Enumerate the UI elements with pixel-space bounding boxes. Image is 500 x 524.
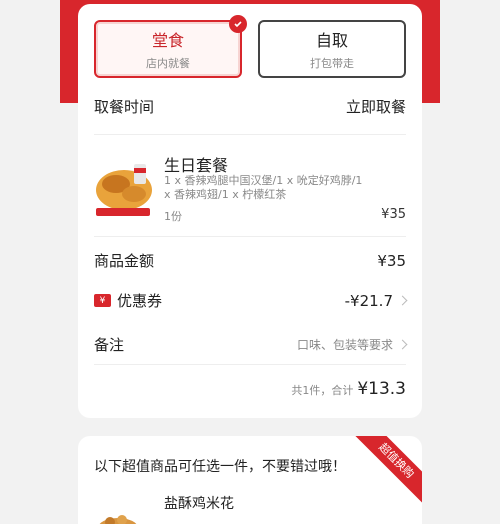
subtotal-row: 商品金额 ¥35 — [94, 250, 406, 271]
dining-mode-selector: 堂食 店内就餐 自取 打包带走 — [94, 15, 406, 78]
coupon-icon: ¥ — [94, 294, 111, 307]
chevron-right-icon — [397, 339, 408, 350]
coupon-row[interactable]: ¥ 优惠券 -¥21.7 — [94, 290, 408, 311]
note-placeholder: 口味、包装等要求 — [296, 338, 393, 352]
dine-in-subtitle: 店内就餐 — [146, 57, 190, 70]
note-row[interactable]: 备注 口味、包装等要求 — [94, 334, 408, 355]
divider — [94, 134, 406, 135]
divider — [94, 236, 406, 237]
coupon-label: 优惠券 — [117, 292, 163, 310]
promo-ribbon: 超值换购 — [352, 436, 422, 505]
upsell-card: 超值换购 以下超值商品可任选一件，不要错过哦！ 盐酥鸡米花 — [78, 436, 422, 524]
chevron-right-icon — [397, 295, 408, 306]
dine-in-title: 堂食 — [151, 31, 184, 50]
dine-in-option[interactable]: 堂食 店内就餐 — [94, 15, 247, 78]
coupon-value: -¥21.7 — [344, 291, 393, 310]
coupon-value-group: -¥21.7 — [344, 291, 408, 310]
item-quantity: 1份 — [164, 210, 182, 223]
divider — [94, 364, 406, 365]
promo-item-name[interactable]: 盐酥鸡米花 — [164, 493, 234, 513]
note-label: 备注 — [94, 336, 125, 354]
order-total: 共1件，合计 ¥13.3 — [291, 379, 406, 399]
takeout-option[interactable]: 自取 打包带走 — [258, 20, 406, 78]
takeout-subtitle: 打包带走 — [310, 57, 354, 70]
order-card: 堂食 店内就餐 自取 打包带走 取餐时间 立即取餐 生日套餐 1 x 香辣鸡腿中… — [78, 4, 422, 418]
pickup-time-row[interactable]: 取餐时间 立即取餐 — [94, 96, 406, 117]
coupon-label-group: ¥ 优惠券 — [94, 290, 162, 311]
item-name: 生日套餐 — [164, 156, 229, 175]
takeout-title: 自取 — [315, 31, 348, 50]
selected-check-icon — [229, 15, 247, 33]
total-value: ¥13.3 — [357, 379, 406, 399]
subtotal-value: ¥35 — [377, 251, 406, 270]
item-price: ¥35 — [381, 207, 406, 222]
popcorn-chicken-image — [99, 515, 137, 524]
pickup-time-value: 立即取餐 — [345, 98, 406, 116]
subtotal-label: 商品金额 — [94, 252, 155, 270]
note-value-group: 口味、包装等要求 — [296, 336, 408, 353]
promo-title: 以下超值商品可任选一件，不要错过哦！ — [94, 459, 346, 475]
pickup-time-label: 取餐时间 — [94, 98, 155, 116]
total-label: 共1件，合计 — [291, 384, 354, 397]
item-description: 1 x 香辣鸡腿中国汉堡/1 x 吮定好鸡脖/1 x 香辣鸡翅/1 x 柠檬红茶 — [164, 174, 363, 201]
meal-image — [96, 164, 152, 216]
